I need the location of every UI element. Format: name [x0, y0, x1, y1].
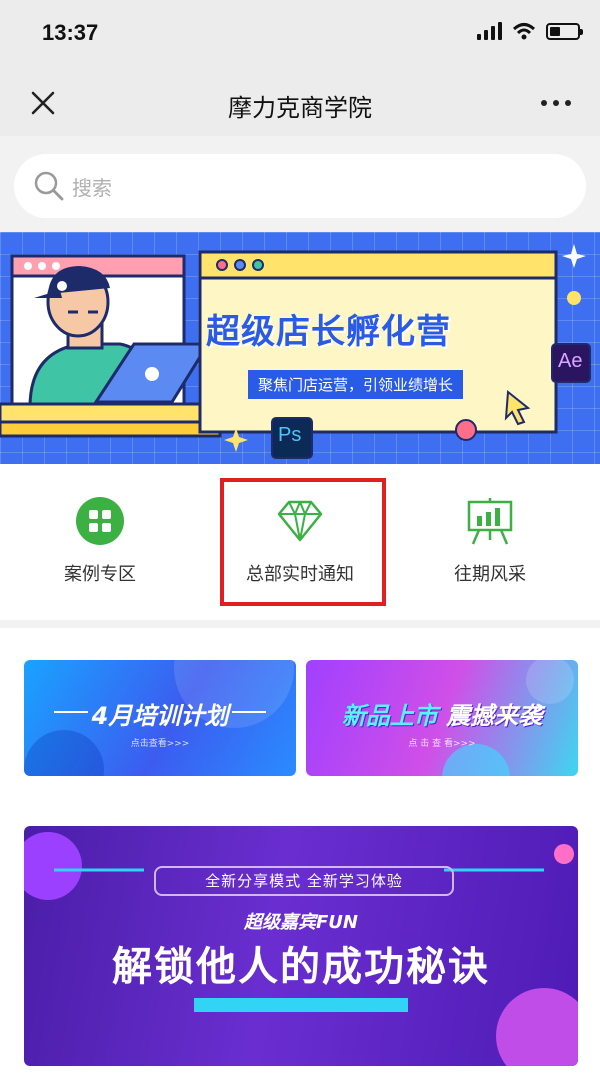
ae-badge-label: Ae	[558, 350, 583, 372]
status-bar: 13:37	[0, 0, 600, 66]
promo-subtitle: 点 击 查 看>>>	[408, 739, 476, 749]
ps-badge-label: Ps	[278, 424, 302, 446]
promo-subtitle: 点击查看>>>	[130, 739, 190, 749]
banner-pill: 全新分享模式 全新学习体验	[154, 866, 454, 896]
hero-banner[interactable]: 超级店长孵化营 聚焦门店运营，引领业绩增长 Ae Ps	[0, 232, 600, 464]
page-title: 摩力克商学院	[228, 94, 372, 122]
promo-title-a: 新品上市	[341, 702, 438, 730]
page: 13:37 摩力克商学院 搜索 超级店长孵化营 聚焦门店运营，引领业绩增长 Ae…	[0, 0, 600, 1078]
banner-accent-bar	[194, 998, 408, 1012]
shortcut-past-highlights[interactable]: 往期风采	[390, 464, 590, 620]
highlight-box	[220, 478, 386, 606]
search-icon	[34, 171, 64, 201]
promo-banner-guest[interactable]: 全新分享模式 全新学习体验 超级嘉宾FUN 解锁他人的成功秘诀	[24, 826, 578, 1066]
wifi-icon	[512, 23, 536, 40]
grid-icon	[76, 497, 124, 545]
nav-bar: 摩力克商学院	[0, 66, 600, 136]
search-area: 搜索	[0, 136, 600, 232]
promo-card-training[interactable]: 4月培训计划 点击查看>>>	[24, 660, 296, 776]
promo-title-b: 震撼来袭	[446, 702, 543, 730]
hero-subtitle: 聚焦门店运营，引领业绩增长	[248, 370, 464, 399]
signal-icon	[477, 22, 502, 40]
presentation-board-icon	[467, 498, 513, 545]
shortcut-label: 往期风采	[454, 564, 526, 585]
shortcut-label: 案例专区	[64, 564, 136, 585]
status-time: 13:37	[42, 20, 99, 45]
banner-title: 解锁他人的成功秘诀	[112, 944, 490, 990]
status-icons	[477, 22, 583, 40]
shortcut-case-zone[interactable]: 案例专区	[0, 464, 200, 620]
banner-subtitle: 超级嘉宾FUN	[244, 912, 358, 933]
promo-card-new-products[interactable]: 新品上市 震撼来袭 点 击 查 看>>>	[306, 660, 578, 776]
hero-title: 超级店长孵化营	[206, 312, 451, 352]
search-input[interactable]: 搜索	[14, 154, 586, 218]
search-placeholder: 搜索	[72, 175, 112, 200]
more-icon[interactable]	[536, 88, 576, 118]
promo-title: 新品上市 震撼来袭	[306, 696, 578, 731]
promo-title: 4月培训计划	[91, 702, 229, 730]
battery-icon	[546, 23, 583, 40]
